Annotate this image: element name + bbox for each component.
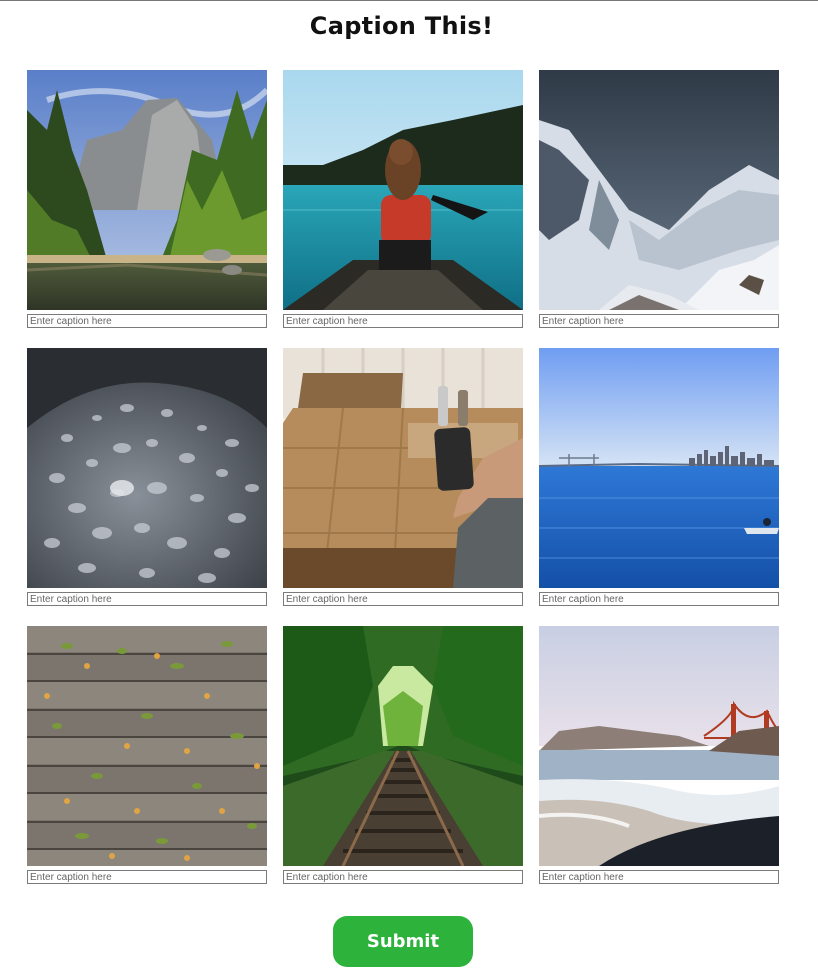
photo-hand-holding-phone-table [283, 348, 523, 588]
photo-snowy-mountains [539, 70, 779, 310]
photo-woman-in-canoe-lake [283, 70, 523, 310]
photo-grid [27, 70, 779, 884]
photo-card [283, 348, 523, 606]
photo-card [539, 348, 779, 606]
top-divider [0, 0, 818, 1]
caption-input[interactable] [539, 314, 779, 328]
photo-card [283, 70, 523, 328]
photo-water-droplets-surface [27, 348, 267, 588]
caption-input[interactable] [539, 592, 779, 606]
caption-input[interactable] [283, 592, 523, 606]
caption-input[interactable] [283, 314, 523, 328]
photo-card [539, 626, 779, 884]
caption-input[interactable] [27, 314, 267, 328]
caption-input[interactable] [539, 870, 779, 884]
photo-bay-city-skyline-boat [539, 348, 779, 588]
photo-card [283, 626, 523, 884]
caption-input[interactable] [27, 592, 267, 606]
photo-railway-track-forest [283, 626, 523, 866]
photo-card [27, 626, 267, 884]
photo-wood-planks-leaves [27, 626, 267, 866]
photo-mountain-forest-river [27, 70, 267, 310]
photo-card [27, 70, 267, 328]
photo-beach-golden-gate-bridge [539, 626, 779, 866]
photo-card [539, 70, 779, 328]
submit-button[interactable]: Submit [333, 916, 473, 967]
caption-input[interactable] [283, 870, 523, 884]
photo-card [27, 348, 267, 606]
caption-input[interactable] [27, 870, 267, 884]
page-title: Caption This! [309, 12, 494, 40]
